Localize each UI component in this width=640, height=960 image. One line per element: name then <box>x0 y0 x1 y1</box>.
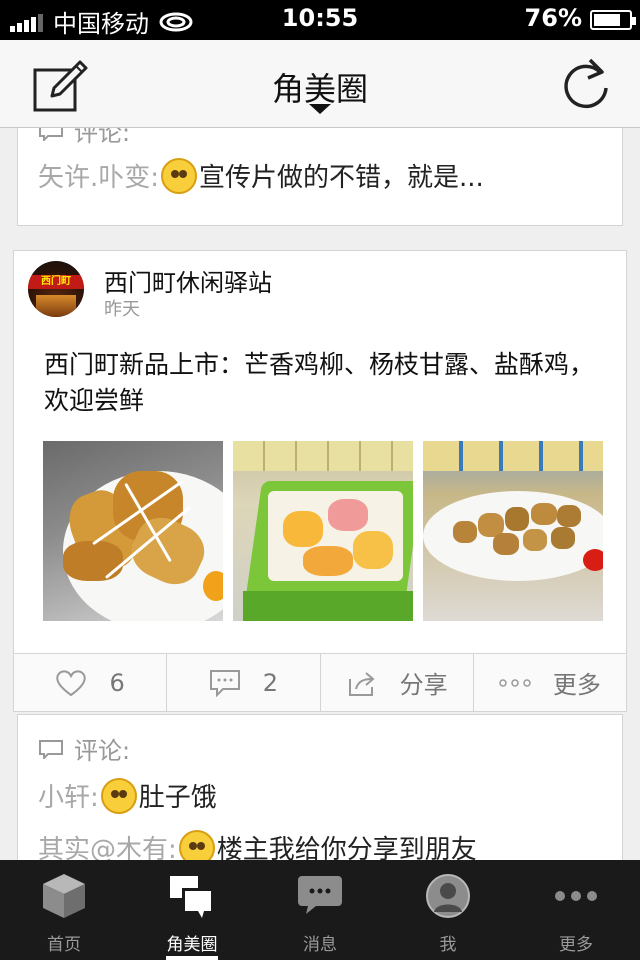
battery-icon <box>590 10 636 30</box>
more-label: 更多 <box>552 671 601 699</box>
tab-label: 角美圈 <box>166 935 218 955</box>
post-text: 西门町新品上市：芒香鸡柳、杨枝甘露、盐酥鸡，欢迎尝鲜 <box>44 350 595 415</box>
chevron-down-icon[interactable] <box>309 104 331 114</box>
more-dots-icon <box>555 891 597 901</box>
tab-home[interactable]: 首页 <box>0 860 128 960</box>
tab-label: 首页 <box>47 935 81 955</box>
share-button[interactable]: 分享 <box>321 654 474 711</box>
post-photo[interactable] <box>233 441 413 621</box>
more-button[interactable]: 更多 <box>474 654 626 711</box>
battery-percent: 76% <box>524 4 582 32</box>
comment-count: 2 <box>262 668 279 697</box>
post-author[interactable]: 西门町休闲驿站 <box>104 263 272 298</box>
comment-label: 评论: <box>74 737 131 765</box>
comment-user[interactable]: 其实@木有: <box>38 829 177 860</box>
active-tab-indicator <box>166 956 218 960</box>
more-dots-icon <box>499 678 531 687</box>
comment-user[interactable]: 小轩: <box>38 777 99 814</box>
comment-button[interactable]: 2 <box>167 654 321 711</box>
like-button[interactable]: 6 <box>14 654 168 711</box>
post-card[interactable]: 西门町 西门町休闲驿站 昨天 西门町新品上市：芒香鸡柳、杨枝甘露、盐酥鸡，欢迎尝… <box>13 250 627 712</box>
tab-jiaomeiquan[interactable]: 角美圈 <box>128 860 256 960</box>
emoji-icon <box>161 157 198 194</box>
cube-icon <box>43 874 85 918</box>
like-count: 6 <box>109 668 125 697</box>
comment-label-row: 评论: <box>38 731 130 766</box>
tab-more[interactable]: 更多 <box>512 860 640 960</box>
refresh-icon[interactable] <box>560 56 612 112</box>
post-actions: 6 2 分享 更多 <box>14 653 626 711</box>
comment-item[interactable]: 矢许.卟变: 宣传片做的不错，就是... <box>38 157 484 194</box>
post-photo[interactable] <box>423 441 603 621</box>
tab-messages[interactable]: 消息 <box>256 860 384 960</box>
comment-text: 肚子饿 <box>138 783 217 813</box>
avatar[interactable]: 西门町 <box>28 261 84 317</box>
status-bar: 中国移动 10:55 76% <box>0 0 640 40</box>
tab-label: 我 <box>439 935 457 955</box>
emoji-icon <box>100 777 137 814</box>
avatar-sign: 西门町 <box>28 275 84 289</box>
comment-label: 评论: <box>74 128 131 147</box>
tab-me[interactable]: 我 <box>384 860 512 960</box>
tab-bar: 首页 角美圈 消息 我 更多 <box>0 860 640 960</box>
comment-label-row: 评论: <box>38 128 130 148</box>
nav-bar: 角美圈 <box>0 40 640 128</box>
tab-label: 更多 <box>559 935 593 955</box>
comments-card: 评论: 小轩: 肚子饿 其实@木有: 楼主我给你分享到朋友 <box>17 714 623 860</box>
share-icon <box>348 671 375 696</box>
feed[interactable]: 评论: 矢许.卟变: 宣传片做的不错，就是... 西门町 西门町休闲驿站 昨天 … <box>0 128 640 860</box>
comment-icon <box>39 739 63 759</box>
comments-card-previous: 评论: 矢许.卟变: 宣传片做的不错，就是... <box>17 128 623 226</box>
comment-item[interactable]: 其实@木有: 楼主我给你分享到朋友 <box>38 829 477 860</box>
post-photo[interactable] <box>43 441 223 621</box>
heart-icon <box>56 669 87 696</box>
user-icon <box>426 874 470 918</box>
comment-text: 楼主我给你分享到朋友 <box>216 835 477 860</box>
comment-icon <box>209 669 240 697</box>
post-time: 昨天 <box>104 299 140 320</box>
comment-user[interactable]: 矢许.卟变: <box>38 157 159 194</box>
emoji-icon <box>178 829 215 860</box>
share-label: 分享 <box>399 671 448 699</box>
comment-item[interactable]: 小轩: 肚子饿 <box>38 777 217 814</box>
comment-icon <box>39 128 63 141</box>
chat-bubbles-icon <box>170 876 212 918</box>
message-icon <box>298 876 342 914</box>
comment-text: 宣传片做的不错，就是... <box>199 163 484 193</box>
tab-label: 消息 <box>303 935 337 955</box>
